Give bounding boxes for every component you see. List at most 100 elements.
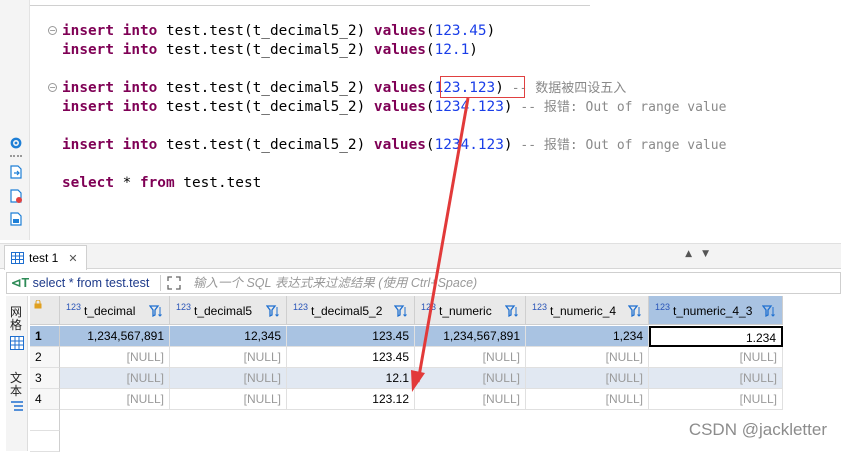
empty-row — [30, 431, 60, 452]
gutter-divider — [10, 155, 22, 157]
table-icon — [11, 252, 24, 264]
text-view-label[interactable]: 文本 — [10, 372, 24, 398]
table-cell[interactable]: [NULL] — [526, 347, 649, 368]
number-token: 123.45 — [434, 23, 487, 39]
table-cell[interactable]: [NULL] — [60, 368, 170, 389]
table-cell[interactable]: [NULL] — [526, 368, 649, 389]
row-number[interactable]: 1 — [30, 326, 60, 347]
column-header-t-numeric[interactable]: 123 t_numeric — [415, 296, 526, 325]
code-line[interactable]: insert into test.test(t_decimal5_2) valu… — [62, 136, 726, 155]
keyword-token: values — [373, 80, 426, 96]
fold-toggle-icon[interactable]: − — [48, 83, 57, 92]
table-cell[interactable]: [NULL] — [60, 389, 170, 410]
table-cell[interactable]: 123.45 — [287, 326, 415, 347]
column-header-t-decimal5-2[interactable]: 123 t_decimal5_2 — [287, 296, 415, 325]
keyword-token: values — [373, 42, 426, 58]
table-cell[interactable]: 12.1 — [287, 368, 415, 389]
table-cell[interactable]: [NULL] — [649, 347, 783, 368]
sql-label[interactable]: ⊲T select * from test.test — [11, 273, 149, 293]
table-cell[interactable]: [NULL] — [60, 347, 170, 368]
table-cell[interactable]: [NULL] — [649, 389, 783, 410]
tab-label: test 1 — [29, 251, 59, 265]
keyword-token: into — [122, 99, 158, 115]
filter-icon[interactable] — [505, 304, 519, 318]
keyword-token: select — [62, 175, 114, 191]
keyword-token: into — [122, 42, 158, 58]
keyword-token: insert — [62, 42, 114, 58]
table-cell[interactable]: 12,345 — [170, 326, 287, 347]
table-cell[interactable]: [NULL] — [649, 368, 783, 389]
filter-icon[interactable] — [628, 304, 642, 318]
settings-gear-icon[interactable] — [9, 136, 23, 150]
table-cell[interactable]: 1.234 — [649, 326, 783, 347]
keyword-token: insert — [62, 80, 114, 96]
table-cell[interactable]: 123.12 — [287, 389, 415, 410]
keyword-token: values — [373, 137, 426, 153]
table-cell[interactable]: 1,234,567,891 — [415, 326, 526, 347]
keyword-token: into — [122, 137, 158, 153]
table-cell[interactable]: [NULL] — [415, 368, 526, 389]
table-cell[interactable]: 1,234,567,891 — [60, 326, 170, 347]
code-line[interactable]: insert into test.test(t_decimal5_2) valu… — [62, 98, 726, 117]
script-error-icon[interactable] — [9, 189, 23, 203]
table-cell[interactable]: 1,234 — [526, 326, 649, 347]
value-highlight-box — [440, 76, 525, 98]
code-token: ( — [425, 23, 435, 39]
table-cell[interactable]: [NULL] — [170, 389, 287, 410]
filter-divider — [160, 275, 161, 291]
sql-editor[interactable]: − − insert into test.test(t_decimal5_2) … — [30, 0, 841, 240]
table-cell[interactable]: [NULL] — [170, 368, 287, 389]
table-cell[interactable]: [NULL] — [526, 389, 649, 410]
expand-icon[interactable] — [167, 276, 181, 290]
column-label: t_decimal — [84, 304, 136, 318]
comment-token: -- 报错: Out of range value — [512, 138, 727, 153]
code-line[interactable]: select * from test.test — [62, 174, 261, 193]
table-cell[interactable]: [NULL] — [415, 389, 526, 410]
code-line[interactable]: insert into test.test(t_decimal5_2) valu… — [62, 41, 478, 60]
filter-icon[interactable] — [266, 304, 280, 318]
code-token: ) — [503, 99, 513, 115]
code-line[interactable]: insert into test.test(t_decimal5_2) valu… — [62, 79, 626, 98]
column-header-t-numeric-4[interactable]: 123 t_numeric_4 — [526, 296, 649, 325]
filter-icon[interactable] — [149, 304, 163, 318]
code-token: test.test(t_decimal5_2) — [157, 137, 374, 153]
filter-input[interactable]: 输入一个 SQL 表达式来过滤结果 (使用 Ctrl+Space) — [193, 273, 477, 293]
filter-icon[interactable] — [394, 304, 408, 318]
script-file-icon[interactable] — [9, 212, 23, 226]
minimize-arrow-icon[interactable]: ▼ — [702, 249, 719, 259]
grid-view-label[interactable]: 网格 — [10, 306, 24, 332]
table-cell[interactable]: [NULL] — [170, 347, 287, 368]
export-script-icon[interactable] — [9, 165, 23, 179]
text-view-icon[interactable] — [10, 400, 24, 412]
keyword-token: values — [373, 23, 426, 39]
numeric-type-icon: 123 — [293, 302, 309, 312]
editor-gutter — [0, 0, 30, 240]
tab-test-1[interactable]: test 1 ✕ — [4, 245, 87, 270]
column-header-t-numeric-4-3[interactable]: 123 t_numeric_4_3 — [649, 296, 783, 325]
keyword-token: insert — [62, 137, 114, 153]
table-cell[interactable]: 123.45 — [287, 347, 415, 368]
keyword-token: from — [139, 175, 175, 191]
row-number-header[interactable] — [30, 296, 60, 325]
row-number[interactable]: 3 — [30, 368, 60, 389]
grid-view-icon[interactable] — [10, 336, 24, 350]
fold-toggle-icon[interactable]: − — [48, 26, 57, 35]
keyword-token: into — [122, 80, 158, 96]
column-header-t-decimal5[interactable]: 123 t_decimal5 — [170, 296, 287, 325]
row-number[interactable]: 2 — [30, 347, 60, 368]
column-header-t-decimal[interactable]: 123 t_decimal — [60, 296, 170, 325]
code-line[interactable]: insert into test.test(t_decimal5_2) valu… — [62, 22, 495, 41]
row-number[interactable]: 4 — [30, 389, 60, 410]
comment-token: -- 报错: Out of range value — [512, 100, 727, 115]
maximize-arrow-icon[interactable]: ▲ — [685, 249, 702, 259]
editor-top-border — [30, 0, 590, 6]
filter-icon[interactable] — [762, 304, 776, 318]
table-cell[interactable]: [NULL] — [415, 347, 526, 368]
code-token: ) — [469, 42, 478, 58]
sql-query-text: select * from test.test — [29, 276, 150, 290]
close-icon[interactable]: ✕ — [68, 253, 77, 265]
code-token: test.test(t_decimal5_2) — [157, 42, 374, 58]
